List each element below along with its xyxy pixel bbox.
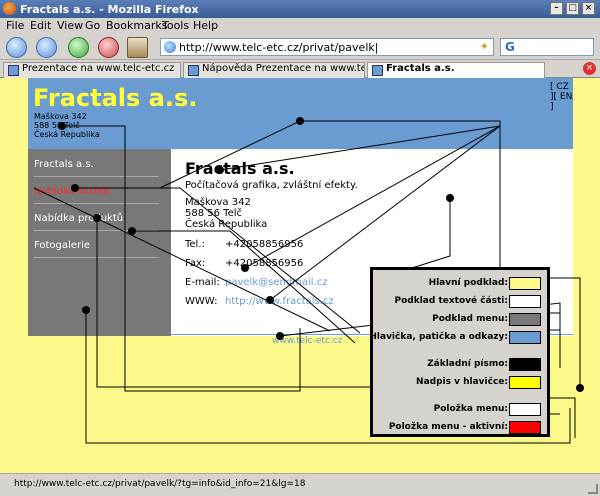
- resize-grip-icon[interactable]: [588, 484, 598, 494]
- forward-icon[interactable]: [36, 37, 57, 58]
- status-bar: http://www.telc-etc.cz/privat/pavelk/?tg…: [0, 473, 600, 496]
- status-text: http://www.telc-etc.cz/privat/pavelk/?tg…: [14, 479, 306, 489]
- color-swatch: [509, 421, 541, 434]
- legend-label: Položka menu - aktivní:: [388, 422, 508, 432]
- menu-file[interactable]: File: [6, 19, 24, 32]
- firefox-icon: [3, 2, 16, 15]
- legend-label: Podklad textové části:: [394, 296, 509, 306]
- legend-label: Hlavička, patička a odkazy:: [369, 332, 508, 342]
- color-swatch: [509, 358, 541, 371]
- search-engine-icon: G: [505, 40, 515, 54]
- rss-icon[interactable]: ✦: [480, 40, 489, 53]
- color-swatch: [509, 277, 541, 290]
- globe-icon: [164, 41, 176, 53]
- menu-bookmarks[interactable]: Bookmarks: [106, 19, 167, 32]
- window-titlebar: Fractals a.s. - Mozilla Firefox – □ ×: [0, 0, 600, 18]
- window-title: Fractals a.s. - Mozilla Firefox: [20, 3, 199, 16]
- legend-row: Položka menu - aktivní:: [373, 420, 547, 436]
- url-text: http://www.telc-etc.cz/privat/pavelk|: [179, 41, 379, 54]
- search-input[interactable]: G: [500, 38, 594, 56]
- legend-row: Nadpis v hlavičce:: [373, 375, 547, 391]
- legend-row: Položka menu:: [373, 402, 547, 418]
- tab-label: Nápověda Prezentace na www.telc-e...: [202, 63, 365, 74]
- legend-row: Hlavní podklad:: [373, 276, 547, 292]
- legend-label: Základní písmo:: [427, 359, 508, 369]
- back-icon[interactable]: [6, 37, 27, 58]
- tab-label: Fractals a.s.: [386, 63, 455, 74]
- close-tab-icon[interactable]: ×: [583, 62, 596, 75]
- legend-label: Nadpis v hlavičce:: [416, 377, 508, 387]
- color-swatch: [509, 403, 541, 416]
- page-icon: [8, 65, 19, 76]
- menu-view[interactable]: View: [57, 19, 83, 32]
- color-legend: Hlavní podklad: Podklad textové části: P…: [369, 267, 550, 437]
- menu-tools[interactable]: Tools: [162, 19, 189, 32]
- page-icon: [188, 65, 199, 76]
- menubar: File Edit View Go Bookmarks Tools Help: [0, 18, 600, 34]
- legend-label: Položka menu:: [433, 404, 508, 414]
- minimize-icon[interactable]: –: [550, 2, 563, 15]
- menu-go[interactable]: Go: [85, 19, 100, 32]
- tab-napoveda[interactable]: Nápověda Prezentace na www.telc-e...: [183, 62, 365, 78]
- color-swatch: [509, 313, 541, 326]
- legend-row: Základní písmo:: [373, 357, 547, 373]
- tab-label: Prezentace na www.telc-etc.cz: [22, 63, 175, 74]
- legend-label: Podklad menu:: [432, 314, 508, 324]
- legend-row: Podklad menu:: [373, 312, 547, 328]
- legend-row: Hlavička, patička a odkazy:: [369, 330, 547, 346]
- menu-edit[interactable]: Edit: [30, 19, 51, 32]
- page-icon: [372, 65, 383, 76]
- color-swatch: [509, 295, 541, 308]
- page-viewport: Fractals a.s. Maškova 342 588 56 Telč Če…: [0, 78, 600, 473]
- home-icon[interactable]: [127, 37, 148, 58]
- legend-label: Hlavní podklad:: [428, 278, 508, 288]
- stop-icon[interactable]: [98, 37, 119, 58]
- menu-help[interactable]: Help: [193, 19, 218, 32]
- tab-fractals[interactable]: Fractals a.s.: [367, 62, 545, 78]
- reload-icon[interactable]: [68, 37, 89, 58]
- legend-row: Podklad textové části:: [373, 294, 547, 310]
- close-icon[interactable]: ×: [582, 2, 595, 15]
- tab-strip: Prezentace na www.telc-etc.cz Nápověda P…: [0, 60, 600, 78]
- maximize-icon[interactable]: □: [566, 2, 579, 15]
- color-swatch: [509, 376, 541, 389]
- color-swatch: [509, 331, 541, 344]
- url-bar[interactable]: http://www.telc-etc.cz/privat/pavelk| ✦: [160, 38, 494, 56]
- tab-prezentace[interactable]: Prezentace na www.telc-etc.cz: [3, 62, 181, 78]
